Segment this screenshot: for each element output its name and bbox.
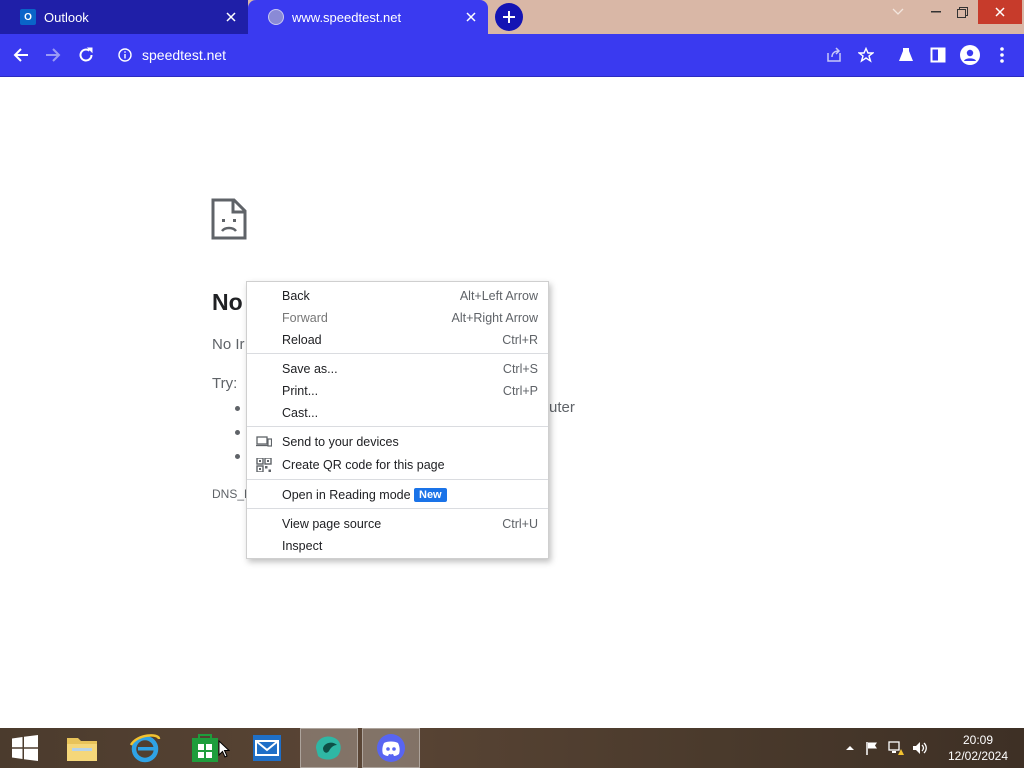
taskbar-store[interactable] (176, 728, 234, 768)
menu-separator (247, 479, 548, 480)
side-panel-icon[interactable] (922, 39, 954, 71)
tab-title: Outlook (44, 9, 89, 25)
tab-outlook[interactable]: O Outlook (0, 0, 248, 34)
try-label: Try: (212, 375, 238, 392)
show-hidden-icons-chevron-icon[interactable] (842, 740, 858, 756)
menu-item-inspect[interactable]: Inspect (247, 535, 548, 557)
url-text[interactable]: speedtest.net (142, 47, 226, 63)
taskbar-browser[interactable] (300, 728, 358, 768)
outlook-icon: O (20, 9, 36, 25)
menu-item-reading-mode[interactable]: Open in Reading mode New (247, 484, 548, 506)
kebab-menu-icon[interactable] (986, 39, 1018, 71)
address-bar[interactable]: speedtest.net (110, 39, 880, 71)
discord-icon (377, 734, 405, 762)
tab-speedtest[interactable]: www.speedtest.net (248, 0, 488, 34)
restore-button[interactable] (946, 0, 978, 24)
taskbar-file-explorer[interactable] (53, 728, 111, 768)
reload-button[interactable] (70, 39, 102, 71)
tab-title: www.speedtest.net (292, 9, 402, 25)
menu-item-forward[interactable]: Forward Alt+Right Arrow (247, 307, 548, 329)
back-button[interactable] (5, 39, 37, 71)
mouse-cursor-icon (218, 740, 230, 758)
mail-icon (253, 735, 281, 761)
taskbar-discord[interactable] (362, 728, 420, 768)
site-info-icon[interactable] (118, 48, 132, 62)
tab-search-chevron-icon[interactable] (882, 0, 914, 24)
forward-button[interactable] (37, 39, 69, 71)
menu-item-send-to-devices[interactable]: Send to your devices (247, 431, 548, 453)
taskbar-internet-explorer[interactable] (116, 728, 174, 768)
taskbar-mail[interactable] (238, 728, 296, 768)
menu-item-cast[interactable]: Cast... (247, 402, 548, 424)
tab-strip: O Outlook www.speedtest.net (0, 0, 1024, 34)
windows-logo-icon (12, 735, 38, 761)
menu-separator (247, 426, 548, 427)
suggestion-text-fragment: uter (549, 399, 575, 416)
globe-icon (268, 9, 284, 25)
list-bullet (235, 406, 240, 411)
close-tab-icon[interactable] (464, 10, 478, 24)
menu-item-save-as[interactable]: Save as... Ctrl+S (247, 358, 548, 380)
internet-explorer-icon (129, 734, 161, 763)
menu-item-back[interactable]: Back Alt+Left Arrow (247, 285, 548, 307)
context-menu: Back Alt+Left Arrow Forward Alt+Right Ar… (246, 281, 549, 559)
taskbar (0, 728, 1024, 768)
list-bullet (235, 454, 240, 459)
new-badge: New (414, 488, 447, 502)
store-icon (192, 734, 218, 762)
qr-code-icon (256, 458, 272, 472)
clock-date: 12/02/2024 (947, 749, 1009, 763)
menu-item-print[interactable]: Print... Ctrl+P (247, 380, 548, 402)
network-warning-icon[interactable] (888, 740, 904, 756)
devices-icon (256, 436, 272, 447)
taskbar-clock[interactable]: 20:09 12/02/2024 (940, 732, 1016, 764)
list-bullet (235, 430, 240, 435)
profile-avatar-icon[interactable] (954, 39, 986, 71)
menu-item-view-page-source[interactable]: View page source Ctrl+U (247, 513, 548, 535)
menu-item-reload[interactable]: Reload Ctrl+R (247, 329, 548, 351)
close-tab-icon[interactable] (224, 10, 238, 24)
action-center-flag-icon[interactable] (864, 740, 880, 756)
close-window-button[interactable] (978, 0, 1022, 24)
browser-app-icon (316, 736, 341, 760)
menu-separator (247, 353, 548, 354)
error-heading: No (212, 289, 243, 315)
menu-separator (247, 508, 548, 509)
extensions-icon[interactable] (890, 39, 922, 71)
new-tab-button[interactable] (495, 3, 523, 31)
sad-document-icon (211, 198, 247, 240)
error-description: No Ir (212, 336, 245, 353)
menu-item-create-qr-code[interactable]: Create QR code for this page (247, 454, 548, 476)
clock-time: 20:09 (962, 733, 994, 747)
folder-icon (67, 738, 97, 761)
start-button[interactable] (0, 728, 50, 768)
speaker-volume-icon[interactable] (912, 740, 928, 756)
